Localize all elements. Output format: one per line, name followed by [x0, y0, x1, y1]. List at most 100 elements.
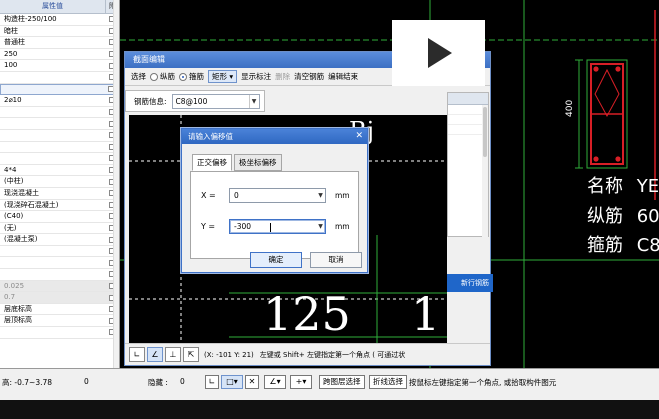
property-value[interactable]: 层顶标高: [0, 315, 105, 326]
property-row[interactable]: [0, 327, 119, 339]
offset-icon[interactable]: +▾: [290, 375, 312, 389]
tool-clear-rebars[interactable]: 清空钢筋: [294, 71, 324, 82]
y-label: Y =: [201, 222, 216, 231]
property-value[interactable]: [0, 118, 105, 129]
property-row[interactable]: [0, 83, 119, 96]
property-value[interactable]: [0, 327, 105, 338]
play-icon[interactable]: [424, 36, 454, 70]
property-row[interactable]: 100: [0, 60, 119, 72]
property-value[interactable]: [0, 153, 105, 164]
x-input[interactable]: 0 ▼: [229, 188, 326, 203]
tool-show-annotation[interactable]: 显示标注: [241, 71, 271, 82]
property-row[interactable]: 2⌀10: [0, 95, 119, 107]
radio-stirrup[interactable]: 箍筋: [179, 71, 204, 82]
section-status-hint: 左键或 Shift+ 左键指定第一个角点 ( 可通过状: [259, 350, 406, 359]
property-row[interactable]: [0, 257, 119, 270]
property-value[interactable]: 普通柱: [0, 37, 105, 48]
property-value[interactable]: 构造柱-250/100: [0, 14, 105, 25]
cross-icon[interactable]: ✕: [245, 375, 259, 389]
new-row-rebar-button[interactable]: 新行钢筋: [447, 274, 493, 292]
property-row[interactable]: (无): [0, 223, 119, 235]
rebar-info-combo[interactable]: C8@100 ▼: [171, 93, 260, 109]
property-value[interactable]: (中柱): [0, 176, 105, 187]
rect-dropdown-label: 矩形: [212, 72, 227, 81]
scroll-thumb[interactable]: [483, 107, 487, 157]
property-value[interactable]: [1, 85, 104, 95]
property-row[interactable]: [0, 269, 119, 281]
property-value[interactable]: 层底标高: [0, 304, 105, 315]
property-value[interactable]: 现浇混凝土: [0, 188, 105, 199]
property-row[interactable]: (混凝土泵): [0, 234, 119, 246]
corner-snap-icon[interactable]: ∟: [129, 347, 145, 362]
y-input[interactable]: -300 ▼: [229, 219, 326, 234]
property-value[interactable]: [0, 257, 105, 268]
property-value[interactable]: [0, 246, 105, 257]
property-row[interactable]: [0, 107, 119, 119]
property-row[interactable]: [0, 130, 119, 142]
property-row[interactable]: 0.7: [0, 292, 119, 304]
property-row[interactable]: (现浇碎石混凝土): [0, 200, 119, 212]
property-row[interactable]: [0, 246, 119, 258]
rebar-side-list[interactable]: [447, 92, 489, 237]
property-row[interactable]: 普通柱: [0, 37, 119, 49]
extend-icon[interactable]: ⇱: [183, 347, 199, 362]
property-value[interactable]: (现浇碎石混凝土): [0, 200, 105, 211]
property-row[interactable]: 层底标高: [0, 304, 119, 316]
property-value[interactable]: [0, 130, 105, 141]
rect-dropdown[interactable]: 矩形 ▾: [208, 70, 238, 83]
property-row[interactable]: 现浇混凝土: [0, 188, 119, 200]
property-value[interactable]: [0, 269, 105, 280]
chevron-down-icon[interactable]: ▼: [316, 189, 325, 202]
property-row[interactable]: (中柱): [0, 176, 119, 188]
chevron-down-icon[interactable]: ▼: [248, 94, 259, 108]
ok-button[interactable]: 确定: [250, 252, 302, 268]
perpendicular-icon[interactable]: ⊥: [165, 347, 181, 362]
property-row[interactable]: (C40): [0, 211, 119, 223]
video-overlay[interactable]: [392, 20, 485, 86]
property-value[interactable]: (C40): [0, 211, 105, 222]
property-value[interactable]: 2⌀10: [0, 95, 105, 106]
property-row[interactable]: [0, 142, 119, 154]
app-screen: 属性值 附 构造柱-250/100暗柱普通柱2501002⌀104*4(中柱)现…: [0, 0, 659, 419]
property-row[interactable]: 0.025: [0, 280, 119, 293]
cancel-button[interactable]: 取消: [310, 252, 362, 268]
property-value[interactable]: 4*4: [0, 165, 105, 176]
section-coords: (X: -101 Y: 21): [204, 350, 254, 359]
property-scrollbar[interactable]: [113, 0, 119, 368]
polyline-select-button[interactable]: 折线选择: [369, 375, 407, 389]
rect-snap-icon[interactable]: □▾: [221, 375, 243, 389]
property-row[interactable]: 层顶标高: [0, 315, 119, 328]
property-value[interactable]: 0.7: [0, 292, 105, 303]
radio-longitudinal[interactable]: 纵筋: [150, 71, 175, 82]
property-value[interactable]: (混凝土泵): [0, 234, 105, 245]
property-value[interactable]: [0, 107, 105, 118]
tab-orthogonal[interactable]: 正交偏移: [192, 154, 232, 171]
side-list-scrollbar[interactable]: [482, 105, 488, 237]
tool-select[interactable]: 选择: [131, 71, 146, 82]
property-value[interactable]: 0.025: [0, 281, 105, 292]
same-floor-select-button[interactable]: 跨图层选择: [319, 375, 365, 389]
property-row[interactable]: [0, 72, 119, 84]
tool-edit-end[interactable]: 编辑结束: [328, 71, 358, 82]
status-value-a: 0: [84, 377, 89, 386]
property-row[interactable]: [0, 153, 119, 165]
property-row[interactable]: 暗柱: [0, 26, 119, 38]
property-value[interactable]: 暗柱: [0, 26, 105, 37]
angle-icon[interactable]: ∠▾: [264, 375, 286, 389]
property-value[interactable]: (无): [0, 223, 105, 234]
dialog-title-text: 请输入偏移值: [188, 132, 233, 141]
tab-polar[interactable]: 极坐标偏移: [234, 154, 282, 171]
property-row[interactable]: 250: [0, 49, 119, 61]
property-value[interactable]: 250: [0, 49, 105, 60]
close-icon[interactable]: ✕: [355, 129, 363, 144]
corner-snap-icon[interactable]: ∟: [205, 375, 219, 389]
property-value[interactable]: [0, 72, 105, 83]
angle-snap-icon[interactable]: ∠: [147, 347, 163, 362]
tool-delete[interactable]: 删除: [275, 71, 290, 82]
chevron-down-icon[interactable]: ▼: [316, 220, 325, 233]
property-row[interactable]: 4*4: [0, 165, 119, 177]
property-row[interactable]: [0, 118, 119, 130]
property-row[interactable]: 构造柱-250/100: [0, 14, 119, 26]
property-value[interactable]: [0, 142, 105, 153]
property-value[interactable]: 100: [0, 60, 105, 71]
